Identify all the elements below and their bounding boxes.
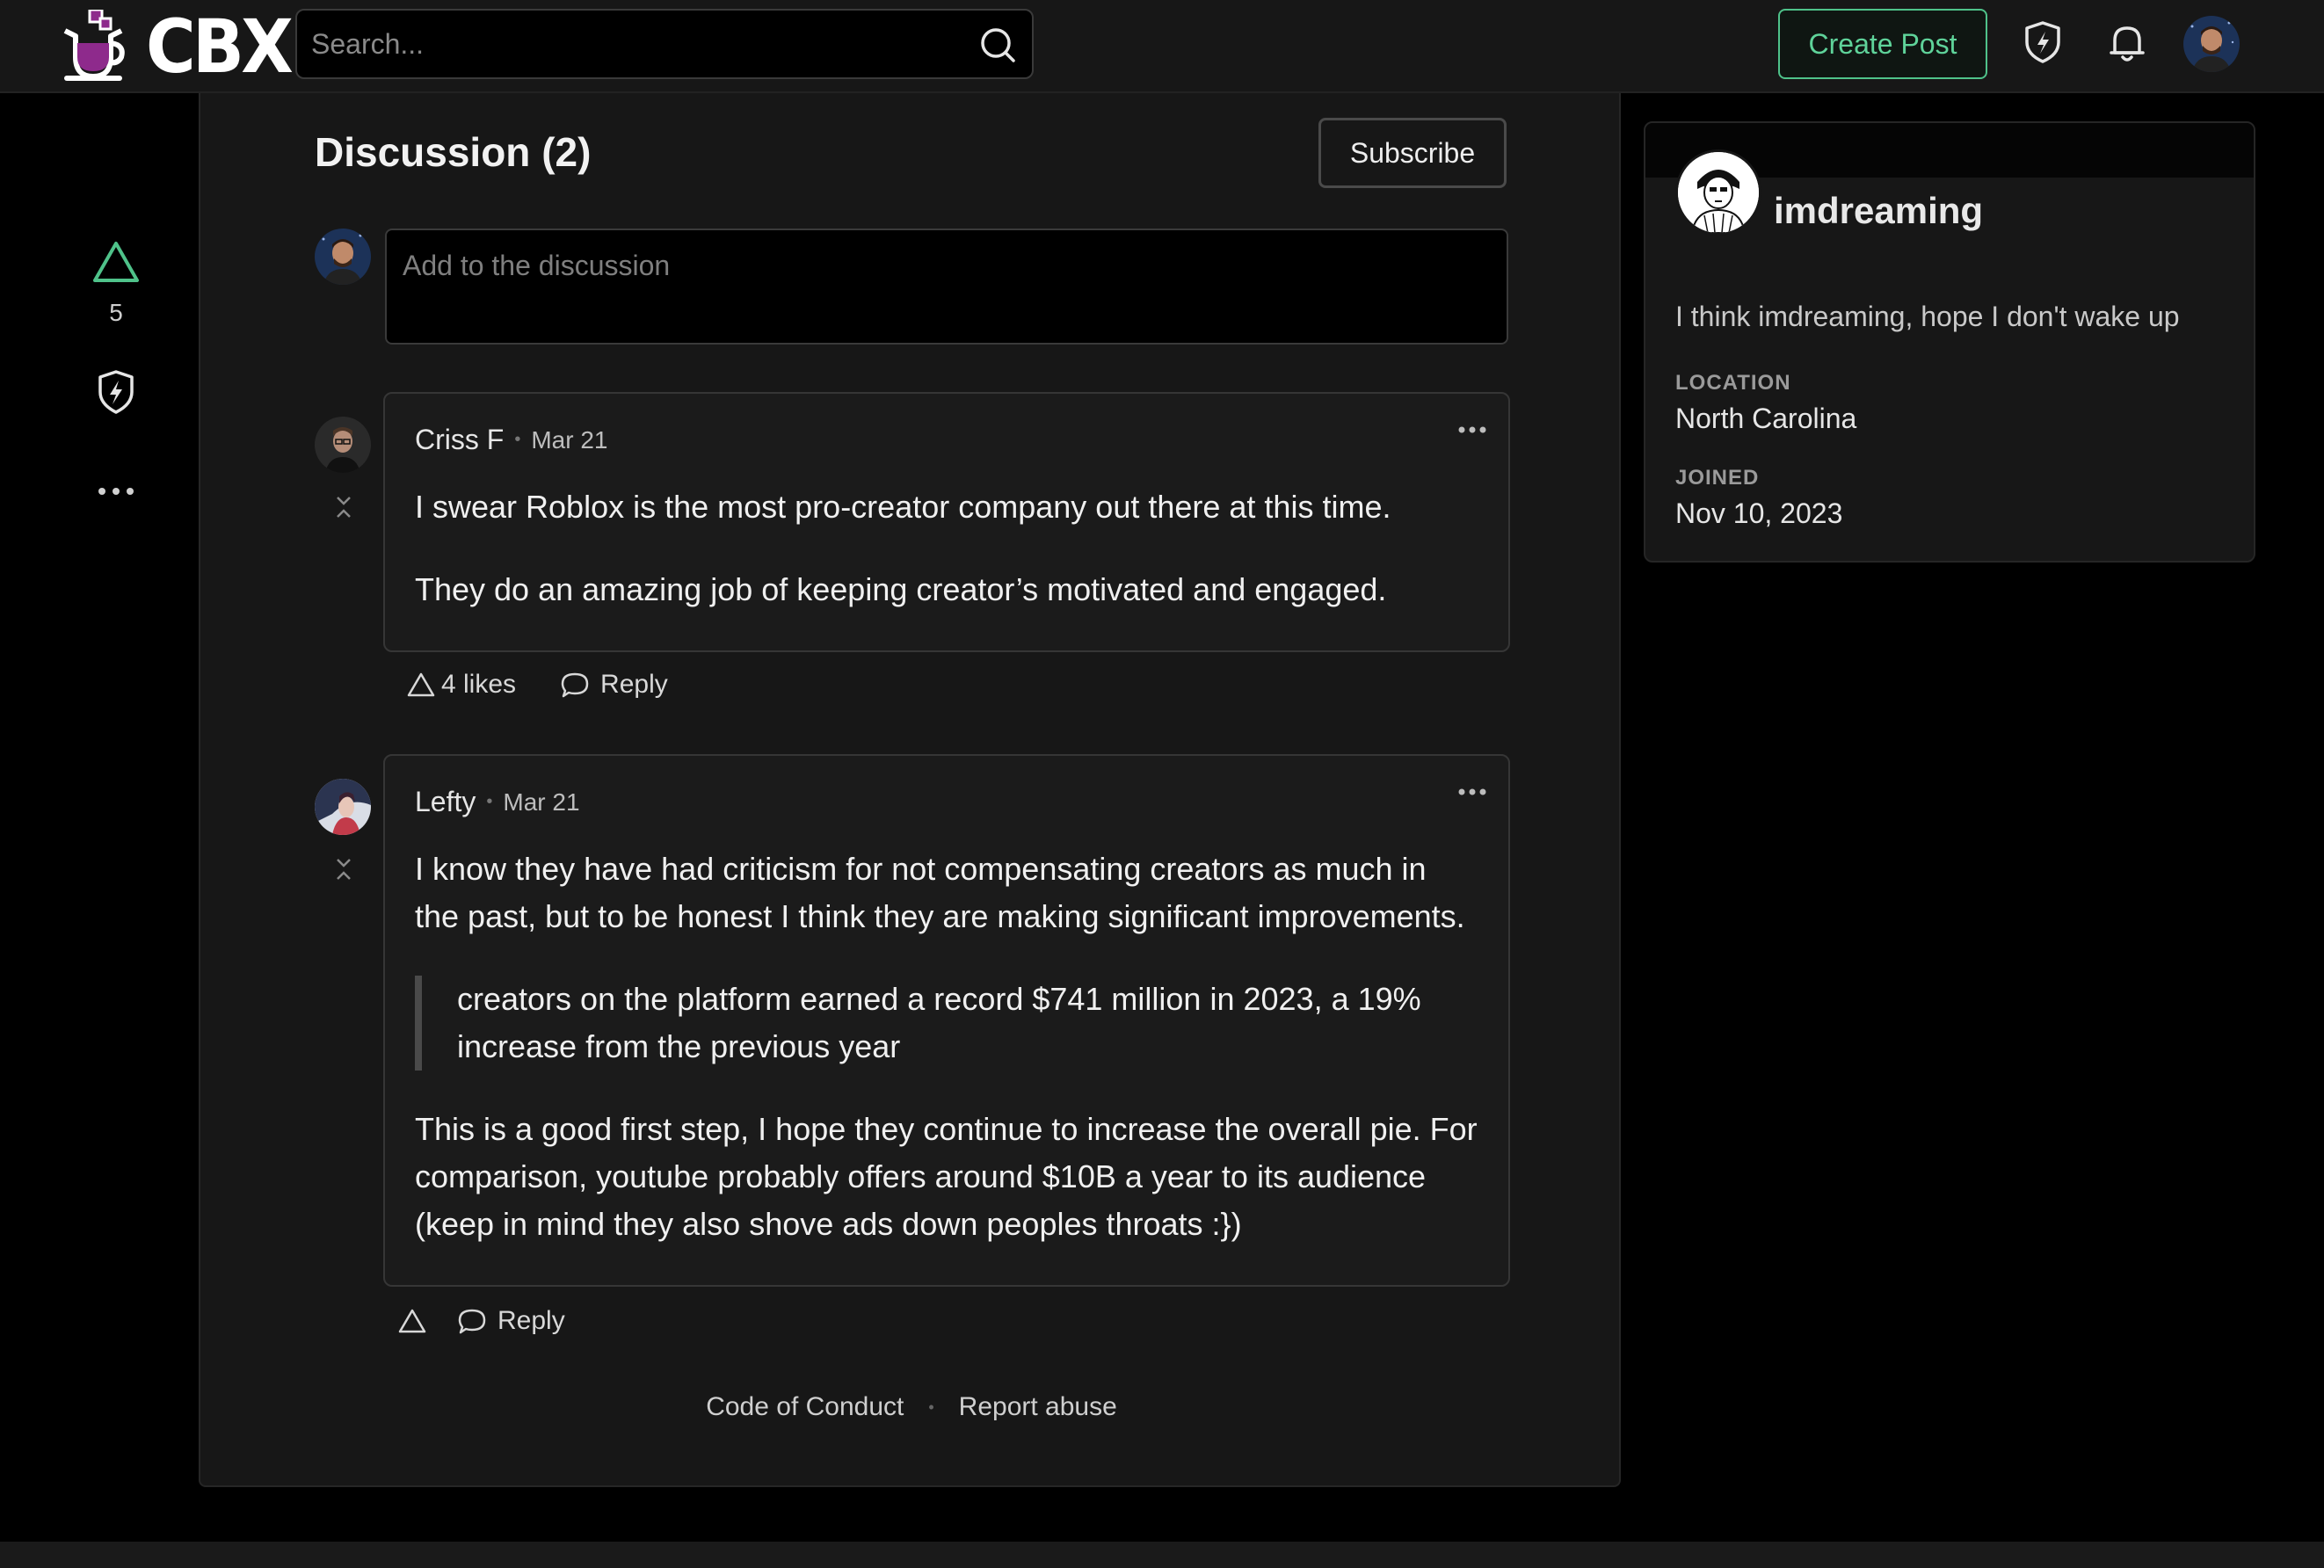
code-of-conduct-link[interactable]: Code of Conduct [706, 1392, 904, 1422]
top-navbar: CBX Create Post [0, 0, 2324, 93]
author-profile-card: imdreaming I think imdreaming, hope I do… [1644, 121, 2255, 563]
collapse-chevrons-icon[interactable] [332, 856, 355, 882]
more-horizontal-icon[interactable] [1457, 425, 1487, 434]
reply-button[interactable]: Reply [457, 1306, 565, 1336]
footer-separator: • [928, 1397, 934, 1416]
comment-text: They do an amazing job of keeping creato… [415, 571, 1387, 607]
triangle-upvote-icon [398, 1309, 426, 1333]
coffee-cup-logo-icon [63, 10, 125, 81]
reply-button[interactable]: Reply [560, 670, 668, 700]
discussion-footer: Code of Conduct • Report abuse [200, 1392, 1623, 1422]
comment-bubble-icon [458, 1309, 486, 1334]
create-post-button[interactable]: Create Post [1778, 9, 1987, 79]
comment-meta-separator: • [514, 430, 521, 449]
joined-label: JOINED [1675, 466, 1760, 490]
discussion-title: Discussion (2) [315, 129, 592, 175]
collapse-chevrons-icon[interactable] [332, 494, 355, 520]
post-vote-count: 5 [109, 299, 123, 326]
comment-card: Lefty • Mar 21 I know they have had crit… [383, 754, 1510, 1287]
like-button[interactable] [397, 1306, 427, 1336]
profile-bio: I think imdreaming, hope I don't wake up [1675, 301, 2180, 332]
more-horizontal-icon[interactable] [97, 485, 135, 497]
comment-text: I swear Roblox is the most pro-creator c… [415, 489, 1391, 525]
comment-card: Criss F • Mar 21 I swear Roblox is the m… [383, 392, 1510, 652]
comment-bubble-icon [561, 672, 589, 698]
location-label: LOCATION [1675, 371, 1791, 395]
joined-value: Nov 10, 2023 [1675, 497, 1843, 529]
comment-author-avatar[interactable] [315, 417, 371, 473]
comment-author-avatar[interactable] [315, 779, 371, 835]
comment-date[interactable]: Mar 21 [503, 788, 579, 817]
shield-bolt-icon[interactable] [2018, 18, 2067, 67]
search-input[interactable] [311, 11, 962, 77]
comment-text: I know they have had criticism for not c… [415, 851, 1465, 934]
reply-label: Reply [600, 670, 668, 699]
triangle-upvote-icon[interactable] [91, 239, 141, 285]
comment-actions: 4 likes Reply [406, 670, 668, 700]
bell-icon[interactable] [2102, 18, 2152, 67]
report-abuse-link[interactable]: Report abuse [959, 1392, 1117, 1422]
site-logo[interactable]: CBX [56, 9, 302, 84]
comment-date[interactable]: Mar 21 [531, 426, 607, 454]
profile-avatar[interactable] [1675, 149, 1761, 236]
search-bar [295, 9, 1034, 79]
shield-bolt-icon[interactable] [97, 369, 135, 415]
page-bottom-edge [0, 1542, 2324, 1568]
profile-username[interactable]: imdreaming [1774, 190, 1983, 232]
comment-blockquote: creators on the platform earned a record… [415, 976, 1478, 1071]
reply-label: Reply [497, 1306, 565, 1335]
comment-text: This is a good first step, I hope they c… [415, 1111, 1478, 1242]
comment-meta-separator: • [486, 792, 493, 811]
location-value: North Carolina [1675, 403, 1857, 434]
comment-header: Criss F • Mar 21 [415, 424, 607, 456]
comment-author[interactable]: Lefty [415, 786, 476, 818]
comment-author[interactable]: Criss F [415, 424, 504, 456]
current-user-avatar [315, 229, 371, 285]
subscribe-button[interactable]: Subscribe [1318, 118, 1507, 188]
more-horizontal-icon[interactable] [1457, 788, 1487, 796]
discussion-section: Discussion (2) Subscribe Criss F • [199, 93, 1621, 1487]
comment-header: Lefty • Mar 21 [415, 786, 580, 818]
logo-wordmark: CBX [146, 4, 294, 90]
user-avatar-image [2183, 16, 2240, 72]
triangle-upvote-icon [407, 672, 435, 697]
like-count: 4 likes [441, 670, 517, 699]
user-avatar[interactable] [2183, 16, 2240, 72]
search-icon[interactable] [979, 26, 1016, 63]
like-button[interactable]: 4 likes [406, 670, 516, 700]
discussion-comment-input[interactable] [385, 229, 1508, 345]
comment-actions: Reply [397, 1306, 565, 1336]
